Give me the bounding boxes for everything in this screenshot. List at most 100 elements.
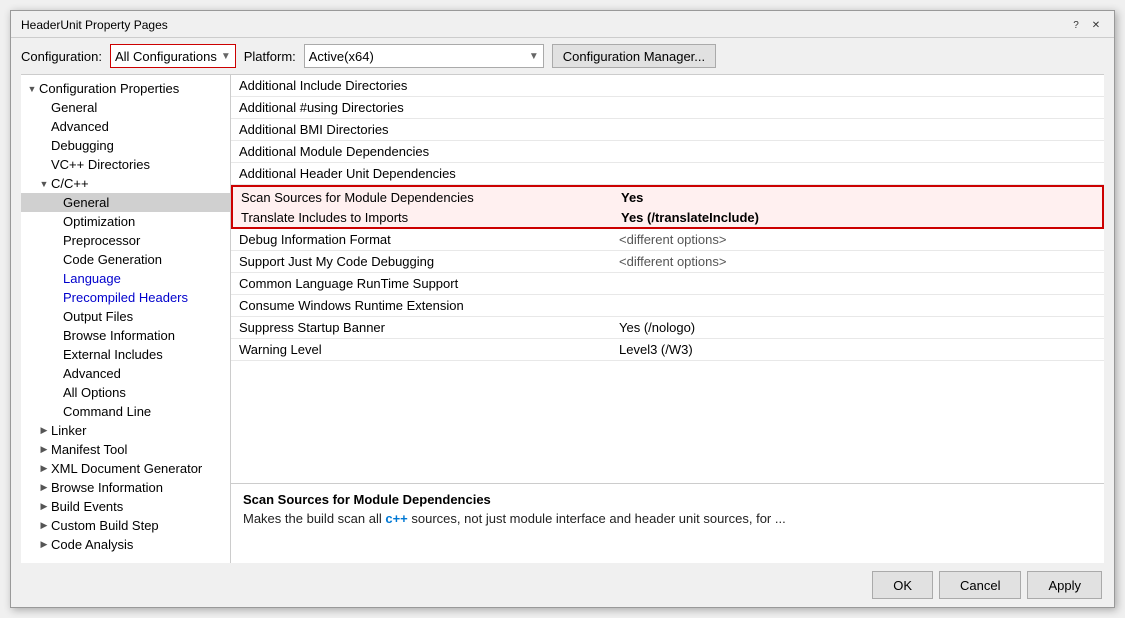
prop-name-5: Scan Sources for Module Dependencies [233,188,613,207]
tree-label-browse-info2: Browse Information [51,480,163,495]
prop-row-7[interactable]: Debug Information Format<different optio… [231,229,1104,251]
tree-expand-xml-doc: ▶ [37,463,51,474]
dialog-title: HeaderUnit Property Pages [21,18,168,32]
prop-name-2: Additional BMI Directories [231,120,611,139]
tree-label-advanced2: Advanced [63,366,121,381]
prop-name-6: Translate Includes to Imports [233,208,613,227]
prop-row-6[interactable]: Translate Includes to ImportsYes (/trans… [231,207,1104,229]
tree-item-preprocessor[interactable]: Preprocessor [21,231,230,250]
tree-item-linker[interactable]: ▶Linker [21,421,230,440]
tree-label-manifest-tool: Manifest Tool [51,442,127,457]
bottom-bar: OK Cancel Apply [11,563,1114,607]
prop-row-9[interactable]: Common Language RunTime Support [231,273,1104,295]
prop-row-3[interactable]: Additional Module Dependencies [231,141,1104,163]
prop-name-4: Additional Header Unit Dependencies [231,164,611,183]
platform-label: Platform: [244,49,296,64]
tree-item-all-options[interactable]: All Options [21,383,230,402]
prop-name-0: Additional Include Directories [231,76,611,95]
tree-label-build-events: Build Events [51,499,123,514]
platform-value: Active(x64) [309,49,525,64]
prop-row-8[interactable]: Support Just My Code Debugging<different… [231,251,1104,273]
tree-item-xml-doc[interactable]: ▶XML Document Generator [21,459,230,478]
help-button[interactable]: ? [1068,17,1084,33]
tree-item-cpp[interactable]: ▼C/C++ [21,174,230,193]
tree-item-ext-includes[interactable]: External Includes [21,345,230,364]
tree-label-ext-includes: External Includes [63,347,163,362]
config-dropdown[interactable]: All Configurations ▼ [110,44,236,68]
tree-label-browse-info: Browse Information [63,328,175,343]
prop-name-9: Common Language RunTime Support [231,274,611,293]
prop-row-4[interactable]: Additional Header Unit Dependencies [231,163,1104,185]
tree-item-precompiled[interactable]: Precompiled Headers [21,288,230,307]
tree-item-cpp-general[interactable]: General [21,193,230,212]
config-label: Configuration: [21,49,102,64]
prop-row-5[interactable]: Scan Sources for Module DependenciesYes [231,185,1104,207]
tree-item-debugging[interactable]: Debugging [21,136,230,155]
tree-label-cmd-line: Command Line [63,404,151,419]
tree-item-code-analysis[interactable]: ▶Code Analysis [21,535,230,554]
tree-label-cpp: C/C++ [51,176,89,191]
prop-name-10: Consume Windows Runtime Extension [231,296,611,315]
tree-label-all-options: All Options [63,385,126,400]
desc-body: Makes the build scan all c++ sources, no… [243,511,1092,526]
tree-item-cmd-line[interactable]: Command Line [21,402,230,421]
tree-item-custom-build[interactable]: ▶Custom Build Step [21,516,230,535]
prop-value-5: Yes [613,188,1102,207]
tree-item-manifest-tool[interactable]: ▶Manifest Tool [21,440,230,459]
tree-item-optimization[interactable]: Optimization [21,212,230,231]
prop-row-0[interactable]: Additional Include Directories [231,75,1104,97]
tree-expand-cpp: ▼ [37,179,51,189]
desc-title: Scan Sources for Module Dependencies [243,492,1092,507]
prop-row-2[interactable]: Additional BMI Directories [231,119,1104,141]
prop-row-10[interactable]: Consume Windows Runtime Extension [231,295,1104,317]
tree-label-cpp-general: General [63,195,109,210]
prop-value-8: <different options> [611,252,1104,271]
tree-item-browse-info[interactable]: Browse Information [21,326,230,345]
description-panel: Scan Sources for Module Dependencies Mak… [231,483,1104,563]
tree-expand-manifest-tool: ▶ [37,444,51,455]
tree-expand-custom-build: ▶ [37,520,51,531]
prop-row-12[interactable]: Warning LevelLevel3 (/W3) [231,339,1104,361]
prop-row-11[interactable]: Suppress Startup BannerYes (/nologo) [231,317,1104,339]
tree-item-code-generation[interactable]: Code Generation [21,250,230,269]
tree-expand-config-props: ▼ [25,84,39,94]
tree-item-vc-dirs[interactable]: VC++ Directories [21,155,230,174]
tree-item-build-events[interactable]: ▶Build Events [21,497,230,516]
tree-label-linker: Linker [51,423,86,438]
prop-name-11: Suppress Startup Banner [231,318,611,337]
ok-button[interactable]: OK [872,571,933,599]
prop-value-11: Yes (/nologo) [611,318,1104,337]
prop-value-7: <different options> [611,230,1104,249]
tree-label-advanced: Advanced [51,119,109,134]
tree-label-output-files: Output Files [63,309,133,324]
prop-value-1 [611,106,1104,110]
tree-item-advanced[interactable]: Advanced [21,117,230,136]
prop-value-3 [611,150,1104,154]
property-list: Additional Include Directories Additional… [231,75,1104,483]
tree-item-advanced2[interactable]: Advanced [21,364,230,383]
platform-dropdown[interactable]: Active(x64) ▼ [304,44,544,68]
tree-item-output-files[interactable]: Output Files [21,307,230,326]
dialog: HeaderUnit Property Pages ? ✕ Configurat… [10,10,1115,608]
main-content: ▼Configuration PropertiesGeneralAdvanced… [21,74,1104,563]
prop-value-6: Yes (/translateInclude) [613,208,1102,227]
prop-value-0 [611,84,1104,88]
prop-name-8: Support Just My Code Debugging [231,252,611,271]
tree-item-browse-info2[interactable]: ▶Browse Information [21,478,230,497]
desc-highlight: c++ [385,511,407,526]
tree-label-preprocessor: Preprocessor [63,233,140,248]
config-manager-button[interactable]: Configuration Manager... [552,44,716,68]
prop-row-1[interactable]: Additional #using Directories [231,97,1104,119]
tree-item-config-props[interactable]: ▼Configuration Properties [21,79,230,98]
tree-label-language: Language [63,271,121,286]
platform-dropdown-arrow: ▼ [529,51,539,62]
tree-label-config-props: Configuration Properties [39,81,179,96]
tree-label-general: General [51,100,97,115]
tree-label-custom-build: Custom Build Step [51,518,159,533]
tree-item-language[interactable]: Language [21,269,230,288]
apply-button[interactable]: Apply [1027,571,1102,599]
tree-item-general[interactable]: General [21,98,230,117]
title-bar: HeaderUnit Property Pages ? ✕ [11,11,1114,38]
close-button[interactable]: ✕ [1088,17,1104,33]
cancel-button[interactable]: Cancel [939,571,1021,599]
